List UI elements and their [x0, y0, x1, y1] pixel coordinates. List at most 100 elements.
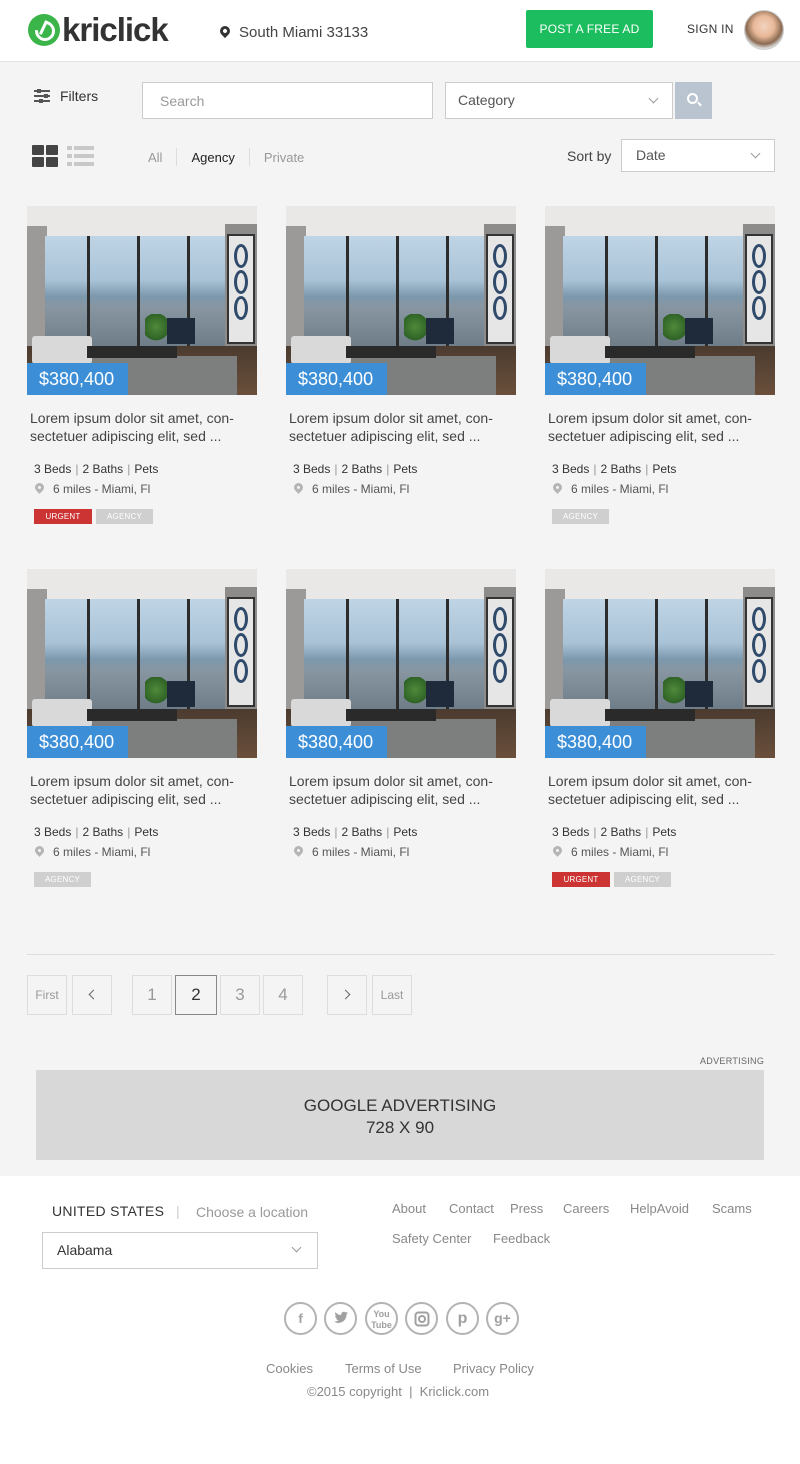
- listing-title[interactable]: Lorem ipsum dolor sit amet, con-sectetue…: [548, 409, 772, 445]
- page-1-button[interactable]: 1: [132, 975, 172, 1015]
- grid-view-icon[interactable]: [32, 145, 58, 167]
- facebook-icon[interactable]: f: [284, 1302, 317, 1335]
- cookies-link[interactable]: Cookies: [266, 1361, 313, 1376]
- tab-all[interactable]: All: [148, 150, 162, 165]
- listing-title[interactable]: Lorem ipsum dolor sit amet, con-sectetue…: [289, 772, 513, 808]
- listing-features: 3 Beds | 2 Baths | Pets: [293, 462, 418, 476]
- page-2-button[interactable]: 2: [175, 975, 217, 1015]
- sort-select[interactable]: Date: [621, 139, 775, 172]
- map-pin-icon: [33, 480, 46, 494]
- listing-photo[interactable]: $380,400: [27, 569, 257, 758]
- distance-text: 6 miles - Miami, Fl: [53, 482, 151, 496]
- beds-count: 3 Beds: [552, 462, 590, 476]
- category-label: Category: [458, 92, 515, 108]
- site-header: kriclick South Miami 33133 POST A FREE A…: [0, 0, 800, 62]
- footer-link-helpavoid[interactable]: HelpAvoid: [630, 1201, 689, 1216]
- listing-card[interactable]: $380,400 Lorem ipsum dolor sit amet, con-…: [286, 569, 516, 887]
- sign-in-link[interactable]: SIGN IN: [687, 22, 734, 36]
- footer-link-press[interactable]: Press: [510, 1201, 543, 1216]
- privacy-policy-link[interactable]: Privacy Policy: [453, 1361, 534, 1376]
- logo[interactable]: kriclick: [28, 12, 169, 48]
- listing-price: $380,400: [286, 726, 387, 758]
- filters-label: Filters: [60, 88, 99, 104]
- listing-distance: 6 miles - Miami, Fl: [292, 843, 509, 859]
- listing-title[interactable]: Lorem ipsum dolor sit amet, con-sectetue…: [30, 409, 254, 445]
- copyright: ©2015 copyright | Kriclick.com: [307, 1384, 490, 1399]
- filters-toggle[interactable]: Filters: [34, 88, 98, 104]
- tab-private[interactable]: Private: [264, 150, 304, 165]
- youtube-icon[interactable]: You Tube: [365, 1302, 398, 1335]
- footer-link-safety-center[interactable]: Safety Center: [392, 1231, 472, 1246]
- pinterest-icon[interactable]: p: [446, 1302, 479, 1335]
- pets-label: Pets: [134, 825, 159, 839]
- listing-price: $380,400: [27, 363, 128, 395]
- location-selector[interactable]: South Miami 33133: [217, 23, 368, 41]
- ad-size: 728 X 90: [365, 1118, 435, 1137]
- page-3-button[interactable]: 3: [220, 975, 260, 1015]
- distance-text: 6 miles - Miami, Fl: [571, 482, 669, 496]
- ad-banner[interactable]: GOOGLE ADVERTISING 728 X 90: [36, 1070, 764, 1160]
- distance-text: 6 miles - Miami, Fl: [312, 482, 410, 496]
- category-select[interactable]: Category: [445, 82, 673, 119]
- footer-link-about[interactable]: About: [392, 1201, 426, 1216]
- agency-badge: AGENCY: [614, 872, 671, 887]
- footer-link-feedback[interactable]: Feedback: [493, 1231, 550, 1246]
- listing-badges: AGENCY: [552, 509, 768, 524]
- first-page-button[interactable]: First: [27, 975, 67, 1015]
- map-pin-icon: [292, 480, 305, 494]
- listing-card[interactable]: $380,400 Lorem ipsum dolor sit amet, con-…: [545, 206, 775, 524]
- state-select[interactable]: Alabama: [42, 1232, 318, 1269]
- next-page-button[interactable]: [327, 975, 367, 1015]
- listing-features: 3 Beds | 2 Baths | Pets: [552, 462, 677, 476]
- distance-text: 6 miles - Miami, Fl: [571, 845, 669, 859]
- listing-photo[interactable]: $380,400: [545, 569, 775, 758]
- search-input[interactable]: [142, 82, 433, 119]
- listing-title[interactable]: Lorem ipsum dolor sit amet, con-sectetue…: [289, 409, 513, 445]
- search-button[interactable]: [675, 82, 712, 119]
- site-footer: UNITED STATES | Choose a location Alabam…: [0, 1176, 800, 1464]
- footer-link-careers[interactable]: Careers: [563, 1201, 609, 1216]
- map-pin-icon: [551, 843, 564, 857]
- last-page-button[interactable]: Last: [372, 975, 412, 1015]
- listing-photo[interactable]: $380,400: [545, 206, 775, 395]
- listing-card[interactable]: $380,400 Lorem ipsum dolor sit amet, con-…: [545, 569, 775, 887]
- listing-distance: 6 miles - Miami, Fl: [33, 843, 250, 859]
- user-avatar[interactable]: [744, 10, 784, 50]
- instagram-icon[interactable]: [405, 1302, 438, 1335]
- listing-card[interactable]: $380,400 Lorem ipsum dolor sit amet, con-…: [286, 206, 516, 524]
- ad-title: GOOGLE ADVERTISING: [303, 1096, 497, 1115]
- listing-price: $380,400: [27, 726, 128, 758]
- chevron-down-icon: [291, 1242, 302, 1253]
- urgent-badge: URGENT: [34, 509, 92, 524]
- map-pin-icon: [292, 843, 305, 857]
- listing-card[interactable]: $380,400 Lorem ipsum dolor sit amet, con-…: [27, 569, 257, 887]
- footer-link-scams[interactable]: Scams: [712, 1201, 752, 1216]
- baths-count: 2 Baths: [600, 462, 642, 476]
- listing-badges: URGENT AGENCY: [34, 509, 250, 524]
- chevron-down-icon: [648, 93, 659, 104]
- list-view-icon[interactable]: [67, 145, 94, 167]
- country-label[interactable]: UNITED STATES: [52, 1203, 164, 1219]
- agency-badge: AGENCY: [34, 872, 91, 887]
- page-4-button[interactable]: 4: [263, 975, 303, 1015]
- distance-text: 6 miles - Miami, Fl: [53, 845, 151, 859]
- footer-link-contact[interactable]: Contact: [449, 1201, 494, 1216]
- post-free-ad-button[interactable]: POST A FREE AD: [526, 10, 653, 48]
- tab-divider: [176, 148, 178, 166]
- listing-photo[interactable]: $380,400: [27, 206, 257, 395]
- listing-badges: URGENT AGENCY: [552, 872, 768, 887]
- listing-title[interactable]: Lorem ipsum dolor sit amet, con-sectetue…: [30, 772, 254, 808]
- google-plus-icon[interactable]: g+: [486, 1302, 519, 1335]
- beds-count: 3 Beds: [293, 825, 331, 839]
- listing-photo[interactable]: $380,400: [286, 569, 516, 758]
- terms-of-use-link[interactable]: Terms of Use: [345, 1361, 422, 1376]
- listing-photo[interactable]: $380,400: [286, 206, 516, 395]
- twitter-icon[interactable]: [324, 1302, 357, 1335]
- listing-features: 3 Beds | 2 Baths | Pets: [34, 462, 159, 476]
- listing-distance: 6 miles - Miami, Fl: [551, 843, 768, 859]
- choose-location-link[interactable]: Choose a location: [196, 1204, 308, 1220]
- prev-page-button[interactable]: [72, 975, 112, 1015]
- listing-card[interactable]: $380,400 Lorem ipsum dolor sit amet, con-…: [27, 206, 257, 524]
- tab-agency[interactable]: Agency: [191, 150, 234, 165]
- listing-title[interactable]: Lorem ipsum dolor sit amet, con-sectetue…: [548, 772, 772, 808]
